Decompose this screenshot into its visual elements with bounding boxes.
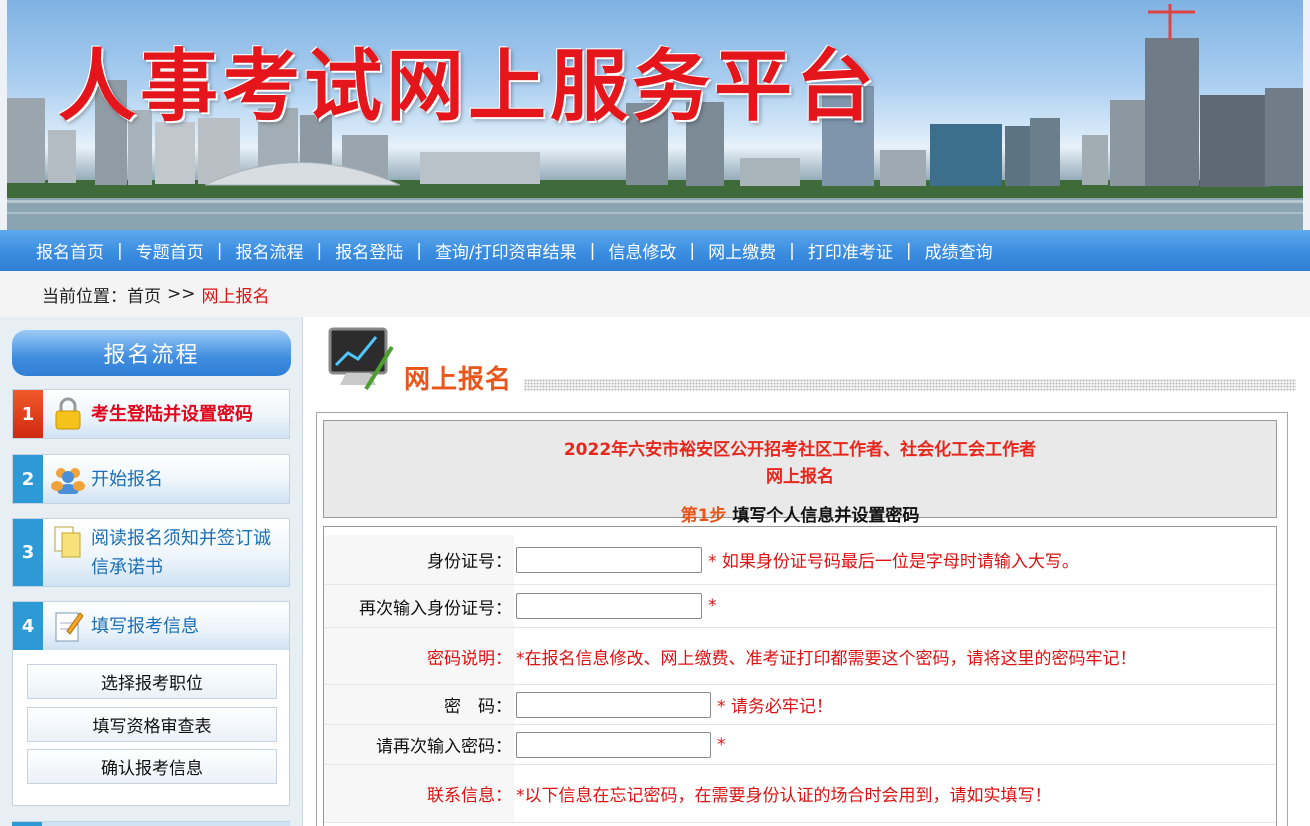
sidebar-step-login[interactable]: 1 考生登陆并设置密码: [12, 389, 290, 439]
id-number-confirm-label: 再次输入身份证号：: [324, 585, 514, 627]
form-row-contact-note: 联系信息： *以下信息在忘记密码，在需要身份认证的场合时会用到，请如实填写！: [324, 765, 1276, 823]
sidebar-step-fill-info[interactable]: 4 填写报考信息: [12, 601, 290, 651]
documents-icon: [51, 525, 85, 559]
password-note-text: *在报名信息修改、网上缴费、准考证打印都需要这个密码，请将这里的密码牢记！: [516, 648, 1137, 669]
edit-note-icon: [51, 609, 85, 643]
nav-separator: |: [117, 240, 123, 261]
id-number-label: 身份证号：: [324, 535, 514, 584]
section-title: 网上报名: [404, 365, 513, 395]
nav-item-register-process[interactable]: 报名流程: [235, 238, 303, 263]
substep-fill-review-form[interactable]: 填写资格审查表: [27, 707, 277, 742]
form-row-password-note: 密码说明： *在报名信息修改、网上缴费、准考证打印都需要这个密码，请将这里的密码…: [324, 628, 1276, 685]
sidebar-step-label: 考生登陆并设置密码: [91, 403, 253, 425]
exam-title: 2022年六安市裕安区公开招考社区工作者、社会化工会工作者: [563, 440, 1037, 460]
step-number: 4: [13, 602, 43, 650]
substep-select-position[interactable]: 选择报考职位: [27, 664, 277, 699]
step-number: 3: [13, 519, 43, 586]
people-icon: [51, 462, 85, 496]
nav-item-register-home[interactable]: 报名首页: [36, 238, 104, 263]
registration-form-frame: 2022年六安市裕安区公开招考社区工作者、社会化工会工作者 网上报名 第1步 填写…: [316, 412, 1288, 826]
id-number-confirm-input[interactable]: [516, 593, 702, 619]
password-label: 密 码：: [324, 685, 514, 724]
sidebar-next-step-stub: [12, 821, 290, 826]
breadcrumb-current: 网上报名: [201, 286, 270, 307]
substep-panel: 选择报考职位 填写资格审查表 确认报考信息: [12, 650, 290, 806]
nav-separator: |: [689, 240, 696, 261]
step-number: 1: [13, 390, 43, 438]
dotted-divider: [524, 379, 1296, 391]
contact-note-label: 联系信息：: [324, 765, 514, 822]
banner-title: 人事考试网上服务平台: [58, 41, 879, 132]
password-input[interactable]: [516, 691, 711, 718]
nav-separator: |: [789, 240, 795, 261]
exam-subtitle: 网上报名: [766, 467, 834, 487]
nav-separator: |: [216, 240, 223, 261]
password-hint: * 请务必牢记！: [717, 697, 833, 717]
main-nav: 报名首页 | 专题首页 | 报名流程 | 报名登陆 | 查询/打印资审结果 | …: [0, 230, 1310, 271]
form-heading: 2022年六安市裕安区公开招考社区工作者、社会化工会工作者 网上报名 第1步 填写…: [323, 420, 1277, 526]
password-note-label: 密码说明：: [324, 628, 514, 684]
nav-item-query-print-review[interactable]: 查询/打印资审结果: [435, 238, 577, 263]
nav-item-topic-home[interactable]: 专题首页: [136, 238, 204, 263]
sidebar-header: 报名流程: [12, 330, 291, 376]
required-mark: *: [717, 734, 726, 755]
sidebar-step-label: 阅读报名须知并签订诚信承诺书: [91, 527, 271, 578]
sidebar-step-start[interactable]: 2 开始报名: [12, 454, 290, 504]
id-number-input[interactable]: [516, 546, 702, 573]
form-row-password-confirm: 请再次输入密码： *: [324, 725, 1276, 765]
id-number-hint: * 如果身份证号码最后一位是字母时请输入大写。: [708, 552, 1079, 572]
section-header: 网上报名: [324, 323, 1296, 395]
required-mark: *: [708, 596, 717, 616]
step-title: 填写个人信息并设置密码: [732, 506, 920, 526]
form-row-id-number-confirm: 再次输入身份证号： *: [324, 585, 1276, 628]
breadcrumb-arrow: >>: [167, 284, 196, 304]
sidebar-step-read-notice[interactable]: 3 阅读报名须知并签订诚信承诺书: [12, 518, 290, 587]
password-confirm-input[interactable]: [516, 731, 711, 758]
contact-note-text: *以下信息在忘记密码，在需要身份认证的场合时会用到，请如实填写！: [516, 786, 1052, 806]
form-row-id-number: 身份证号： * 如果身份证号码最后一位是字母时请输入大写。: [324, 535, 1276, 585]
sidebar-step-label: 填写报考信息: [91, 615, 199, 637]
main-content: 网上报名 2022年六安市裕安区公开招考社区工作者、社会化工会工作者 网上报名 …: [304, 317, 1310, 826]
nav-separator: |: [905, 240, 912, 261]
nav-item-score-query[interactable]: 成绩查询: [925, 238, 993, 263]
personal-info-form: 身份证号： * 如果身份证号码最后一位是字母时请输入大写。 再次输入身份证号： …: [323, 526, 1277, 826]
sidebar-step-label: 开始报名: [91, 468, 163, 490]
nav-separator: |: [316, 240, 323, 261]
breadcrumb-home-link[interactable]: 首页: [127, 282, 161, 307]
substep-confirm-info[interactable]: 确认报考信息: [27, 749, 277, 784]
nav-separator: |: [589, 240, 596, 261]
step-heading: 第1步 填写个人信息并设置密码: [324, 501, 1276, 526]
breadcrumb: 当前位置： 首页 >> 网上报名: [0, 271, 1310, 317]
sidebar: 报名流程 1 考生登陆并设置密码 2 开始报名 3 阅读报名须知并签订诚信承诺书…: [0, 317, 303, 826]
step-number-label: 第1步: [680, 506, 727, 526]
breadcrumb-prefix: 当前位置：: [42, 286, 127, 307]
nav-separator: |: [416, 240, 422, 261]
password-confirm-label: 请再次输入密码：: [324, 725, 514, 764]
nav-item-online-payment[interactable]: 网上缴费: [708, 238, 776, 263]
nav-item-modify-info[interactable]: 信息修改: [608, 238, 676, 263]
form-row-password: 密 码： * 请务必牢记！: [324, 685, 1276, 725]
nav-item-print-admission[interactable]: 打印准考证: [808, 238, 893, 263]
nav-item-register-login[interactable]: 报名登陆: [335, 238, 403, 263]
step-number: 2: [13, 455, 43, 503]
monitor-chart-icon: [328, 327, 394, 391]
padlock-icon: [51, 397, 85, 431]
header-banner: 人事考试网上服务平台: [0, 0, 1310, 230]
